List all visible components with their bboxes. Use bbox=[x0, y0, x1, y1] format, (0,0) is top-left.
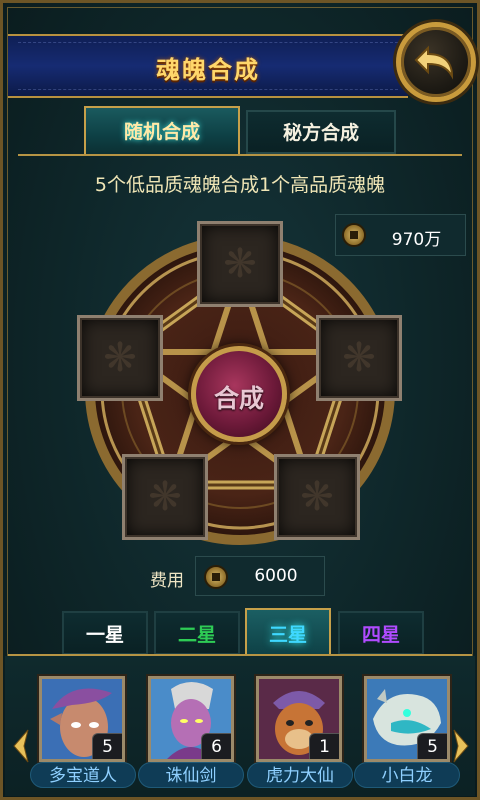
synthesis-description: 5个低品质魂魄合成1个高品质魂魄 bbox=[94, 174, 386, 196]
tab-random-synthesis[interactable]: 随机合成 bbox=[84, 106, 240, 156]
synthesize-label: 合成 bbox=[213, 384, 264, 413]
cost-display: 6000 bbox=[195, 556, 325, 596]
hero-count: 5 bbox=[417, 733, 447, 759]
tab-divider bbox=[18, 154, 462, 156]
cost-value: 6000 bbox=[254, 566, 298, 586]
hero-card[interactable]: 5 bbox=[39, 676, 125, 762]
page-title: 魂魄合成 bbox=[156, 56, 260, 84]
back-button[interactable] bbox=[396, 22, 476, 102]
tab-recipe-synthesis[interactable]: 秘方合成 bbox=[246, 110, 396, 154]
tab-three-star[interactable]: 三星 bbox=[245, 608, 331, 658]
hero-name: 虎力大仙 bbox=[247, 762, 353, 788]
synthesis-slot-top[interactable] bbox=[197, 221, 283, 307]
hero-count: 5 bbox=[92, 733, 122, 759]
coin-icon bbox=[204, 565, 228, 589]
hero-count: 1 bbox=[309, 733, 339, 759]
hero-card[interactable]: 6 bbox=[148, 676, 234, 762]
cost-label: 费用 bbox=[150, 571, 184, 591]
synthesis-slot-left[interactable] bbox=[77, 315, 163, 401]
tab-two-star[interactable]: 二星 bbox=[154, 611, 240, 655]
header-banner: 魂魄合成 bbox=[8, 34, 408, 98]
synthesize-button[interactable]: 合成 bbox=[191, 346, 287, 442]
synthesis-slot-bottom-left[interactable] bbox=[122, 454, 208, 540]
hero-name: 诛仙剑 bbox=[138, 762, 244, 788]
synthesis-slot-bottom-right[interactable] bbox=[274, 454, 360, 540]
tab-one-star[interactable]: 一星 bbox=[62, 611, 148, 655]
hero-card[interactable]: 5 bbox=[364, 676, 450, 762]
hero-card[interactable]: 1 bbox=[256, 676, 342, 762]
hero-name: 小白龙 bbox=[354, 762, 460, 788]
synthesis-slot-right[interactable] bbox=[316, 315, 402, 401]
hero-name: 多宝道人 bbox=[30, 762, 136, 788]
tab-four-star[interactable]: 四星 bbox=[338, 611, 424, 655]
scroll-right-icon[interactable] bbox=[452, 728, 470, 764]
scroll-left-icon[interactable] bbox=[12, 728, 30, 764]
back-arrow-icon bbox=[414, 45, 454, 80]
hero-count: 6 bbox=[201, 733, 231, 759]
